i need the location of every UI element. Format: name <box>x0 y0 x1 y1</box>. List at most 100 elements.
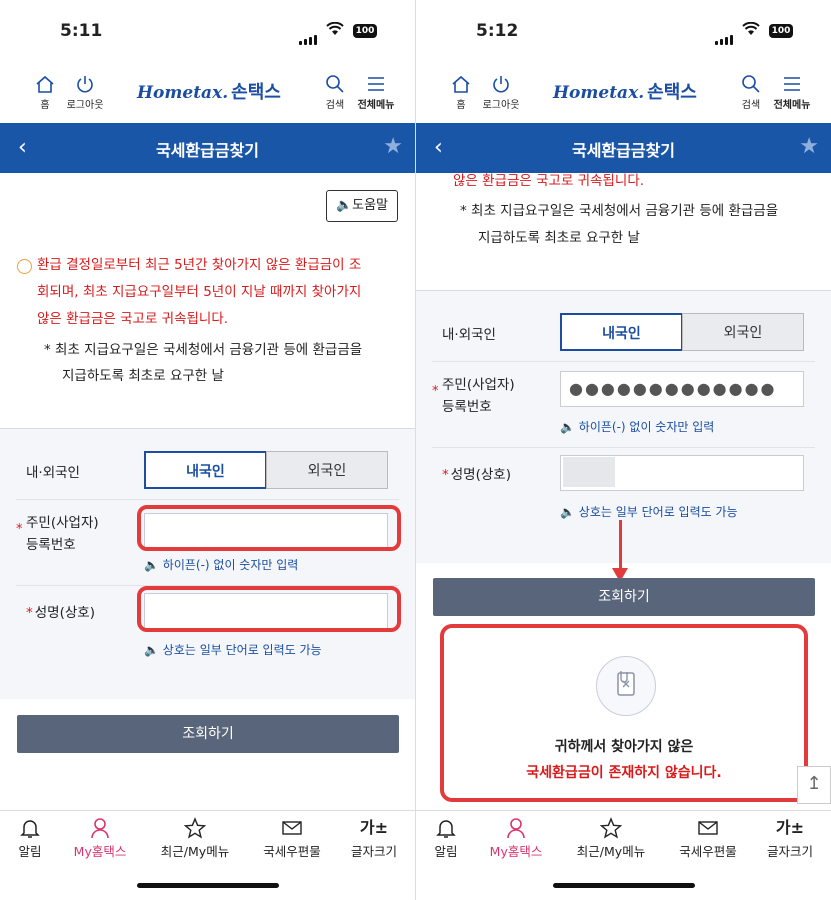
name-row: * 성명(상호) 🔈 상호는 일부 단어로 입력도 가능 <box>432 449 815 533</box>
speaker-icon: 🔈 <box>560 420 575 434</box>
domestic-option[interactable]: 내국인 <box>560 313 683 351</box>
id-number-row: 주민(사업자) 등록번호 * ●●●●●●●●●●●●● 🔈 하이픈(-) 없이… <box>432 363 815 448</box>
name-hint: 🔈 상호는 일부 단어로 입력도 가능 <box>560 505 738 519</box>
foreign-option[interactable]: 외국인 <box>682 313 804 351</box>
tab-alerts-label: 알림 <box>18 844 42 859</box>
name-input[interactable] <box>560 455 804 491</box>
note-line-2: 지급하도록 최초로 요구한 날 <box>62 368 224 384</box>
phone-screen-after: 5:12 100 홈 로그아웃 Hometax. 손택스 검색 전체메뉴 않은 환… <box>416 0 831 900</box>
home-button[interactable]: 홈 <box>447 74 475 111</box>
tab-my-hometax-label: My홈택스 <box>73 844 127 859</box>
tab-my-hometax[interactable]: My홈택스 <box>484 817 548 860</box>
bell-icon <box>20 820 40 838</box>
tab-my-hometax[interactable]: My홈택스 <box>68 817 132 860</box>
id-number-input[interactable]: ●●●●●●●●●●●●● <box>560 371 804 407</box>
result-box: 귀하께서 찾아가지 않은 국세환급금이 존재하지 않습니다. <box>440 624 808 802</box>
id-label-line-1: 주민(사업자) <box>26 515 99 531</box>
logout-button[interactable]: 로그아웃 <box>478 74 524 111</box>
tab-recent-menu-label: 최근/My메뉴 <box>576 844 646 859</box>
inquiry-button[interactable]: 조회하기 <box>17 715 399 753</box>
tab-recent-menu-label: 최근/My메뉴 <box>160 844 230 859</box>
speaker-icon: 🔈 <box>144 558 159 572</box>
arrow-up-icon: ↥ <box>806 773 822 794</box>
phone-screen-before: 5:11 100 홈 로그아웃 Hometax. 손택스 검색 전체메뉴 ‹ 국세… <box>0 0 415 900</box>
required-mark: * <box>16 522 23 537</box>
speaker-icon: 🔈 <box>560 505 575 519</box>
tab-alerts[interactable]: 알림 <box>10 817 50 860</box>
search-form: 내·외국인 내국인 외국인 주민(사업자) 등록번호 * 🔈 하이픈(-) 없이… <box>0 428 415 699</box>
envelope-icon <box>282 821 302 835</box>
battery-icon: 100 <box>353 24 377 38</box>
power-icon <box>77 76 93 93</box>
nationality-toggle: 내국인 외국인 <box>560 313 804 351</box>
hamburger-menu-icon <box>368 77 384 91</box>
tab-font-size[interactable]: 가± 글자크기 <box>344 817 404 860</box>
wifi-icon <box>742 22 760 35</box>
highlight-name-input <box>137 586 401 632</box>
top-navigation: 홈 로그아웃 Hometax. 손택스 검색 전체메뉴 <box>0 66 415 122</box>
id-label-line-2: 등록번호 <box>442 399 492 415</box>
tab-recent-menu[interactable]: 최근/My메뉴 <box>155 817 235 860</box>
search-button[interactable]: 검색 <box>737 74 765 111</box>
tab-alerts[interactable]: 알림 <box>426 817 466 860</box>
result-message-line-2: 국세환급금이 존재하지 않습니다. <box>526 765 722 781</box>
page-title: 국세환급금찾기 <box>571 141 676 160</box>
page-title: 국세환급금찾기 <box>155 141 260 160</box>
id-label-line-2: 등록번호 <box>26 537 76 553</box>
font-size-icon: 가± <box>359 818 389 837</box>
help-label: 도움말 <box>352 198 389 213</box>
bottom-navigation: 알림 My홈택스 최근/My메뉴 국세우편물 가± 글자크기 <box>416 810 831 871</box>
status-time: 5:11 <box>60 21 103 41</box>
id-hint: 🔈 하이픈(-) 없이 숫자만 입력 <box>144 558 299 572</box>
search-form: 내·외국인 내국인 외국인 주민(사업자) 등록번호 * ●●●●●●●●●●●… <box>416 290 831 563</box>
pointer-arrow-shaft <box>619 520 622 572</box>
nationality-row: 내·외국인 내국인 외국인 <box>432 305 815 362</box>
tab-tax-mail-label: 국세우편물 <box>263 844 321 859</box>
foreign-option[interactable]: 외국인 <box>266 451 388 489</box>
hamburger-menu-icon <box>784 77 800 91</box>
notice-line-3: 않은 환급금은 국고로 귀속됩니다. <box>37 311 229 327</box>
highlight-id-input <box>137 505 401 551</box>
favorite-star-icon[interactable]: ★ <box>383 134 403 159</box>
person-icon <box>507 818 525 839</box>
notice-line-1: 환급 결정일로부터 최근 5년간 찾아가지 않은 환급금이 조 <box>37 257 362 273</box>
notice-icon <box>17 259 32 274</box>
search-button[interactable]: 검색 <box>321 74 349 111</box>
required-mark: * <box>432 384 439 399</box>
name-label: * 성명(상호) <box>26 605 95 621</box>
hometax-logo[interactable]: Hometax. 손택스 <box>137 78 281 108</box>
tab-tax-mail[interactable]: 국세우편물 <box>672 817 744 860</box>
home-button[interactable]: 홈 <box>31 74 59 111</box>
note-line-2: 지급하도록 최초로 요구한 날 <box>478 230 640 246</box>
home-indicator <box>137 883 279 888</box>
scroll-to-top-button[interactable]: ↥ <box>797 766 831 804</box>
id-hint: 🔈 하이픈(-) 없이 숫자만 입력 <box>560 420 715 434</box>
top-navigation: 홈 로그아웃 Hometax. 손택스 검색 전체메뉴 <box>416 66 831 122</box>
help-button[interactable]: 🔈도움말 <box>326 190 398 222</box>
star-icon <box>600 817 622 839</box>
logo-sontax-text: 손택스 <box>647 82 697 103</box>
inquiry-button[interactable]: 조회하기 <box>433 578 815 616</box>
nationality-label: 내·외국인 <box>442 327 496 343</box>
tab-font-size-label: 글자크기 <box>766 844 813 859</box>
status-time: 5:12 <box>476 21 519 41</box>
envelope-icon <box>698 821 718 835</box>
cellular-signal-icon <box>299 26 319 45</box>
favorite-star-icon[interactable]: ★ <box>799 134 819 159</box>
bell-icon <box>436 820 456 838</box>
cellular-signal-icon <box>715 26 735 45</box>
all-menu-button[interactable]: 전체메뉴 <box>354 74 398 111</box>
tab-tax-mail[interactable]: 국세우편물 <box>256 817 328 860</box>
logo-sontax-text: 손택스 <box>231 82 281 103</box>
tab-recent-menu[interactable]: 최근/My메뉴 <box>571 817 651 860</box>
tab-my-hometax-label: My홈택스 <box>489 844 543 859</box>
star-icon <box>184 817 206 839</box>
tab-alerts-label: 알림 <box>434 844 458 859</box>
all-menu-button[interactable]: 전체메뉴 <box>770 74 814 111</box>
domestic-option[interactable]: 내국인 <box>144 451 267 489</box>
logout-button[interactable]: 로그아웃 <box>62 74 108 111</box>
status-bar: 5:12 100 <box>416 0 831 62</box>
hometax-logo[interactable]: Hometax. 손택스 <box>553 78 697 108</box>
note-line-1: * 최초 지급요구일은 국세청에서 금융기관 등에 환급금을 <box>460 203 779 219</box>
tab-font-size[interactable]: 가± 글자크기 <box>760 817 820 860</box>
